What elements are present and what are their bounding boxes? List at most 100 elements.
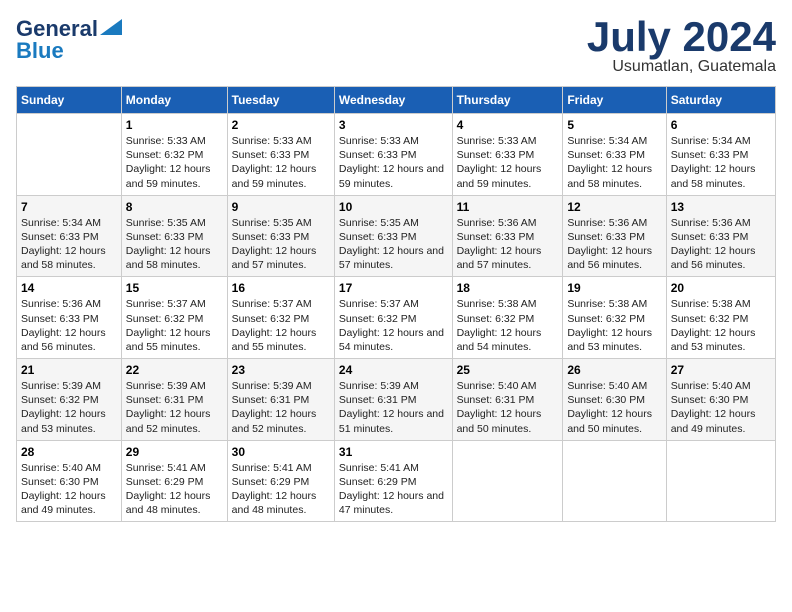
table-cell: 27 Sunrise: 5:40 AMSunset: 6:30 PMDayligh…	[666, 359, 775, 441]
day-number: 5	[567, 118, 661, 132]
day-info: Sunrise: 5:33 AMSunset: 6:32 PMDaylight:…	[126, 134, 223, 191]
header: General Blue July 2024 Usumatlan, Guatem…	[16, 16, 776, 76]
table-cell: 19 Sunrise: 5:38 AMSunset: 6:32 PMDayligh…	[563, 277, 666, 359]
table-cell: 23 Sunrise: 5:39 AMSunset: 6:31 PMDayligh…	[227, 359, 334, 441]
day-info: Sunrise: 5:34 AMSunset: 6:33 PMDaylight:…	[671, 134, 771, 191]
table-cell: 20Sunrise: 5:38 AMSunset: 6:32 PMDayligh…	[666, 277, 775, 359]
table-cell: 29Sunrise: 5:41 AMSunset: 6:29 PMDayligh…	[121, 440, 227, 522]
table-cell: 18 Sunrise: 5:38 AMSunset: 6:32 PMDayligh…	[452, 277, 563, 359]
table-cell: 28 Sunrise: 5:40 AMSunset: 6:30 PMDayligh…	[17, 440, 122, 522]
day-number: 2	[232, 118, 330, 132]
day-info: Sunrise: 5:37 AMSunset: 6:32 PMDaylight:…	[339, 297, 448, 354]
day-info: Sunrise: 5:35 AMSunset: 6:33 PMDaylight:…	[232, 216, 330, 273]
day-number: 14	[21, 281, 117, 295]
day-number: 22	[126, 363, 223, 377]
table-cell: 5 Sunrise: 5:34 AMSunset: 6:33 PMDaylight…	[563, 114, 666, 196]
day-number: 7	[21, 200, 117, 214]
logo: General Blue	[16, 16, 122, 64]
day-number: 20	[671, 281, 771, 295]
col-saturday: Saturday	[666, 87, 775, 114]
table-cell: 7 Sunrise: 5:34 AMSunset: 6:33 PMDaylight…	[17, 195, 122, 277]
table-cell: 24 Sunrise: 5:39 AMSunset: 6:31 PMDayligh…	[334, 359, 452, 441]
day-number: 19	[567, 281, 661, 295]
title-area: July 2024 Usumatlan, Guatemala	[587, 16, 776, 76]
calendar-table: Sunday Monday Tuesday Wednesday Thursday…	[16, 86, 776, 522]
table-cell: 14 Sunrise: 5:36 AMSunset: 6:33 PMDayligh…	[17, 277, 122, 359]
logo-icon	[100, 19, 122, 35]
table-cell: 6 Sunrise: 5:34 AMSunset: 6:33 PMDaylight…	[666, 114, 775, 196]
day-number: 13	[671, 200, 771, 214]
day-info: Sunrise: 5:36 AMSunset: 6:33 PMDaylight:…	[21, 297, 117, 354]
day-info: Sunrise: 5:41 AMSunset: 6:29 PMDaylight:…	[339, 461, 448, 518]
table-cell	[666, 440, 775, 522]
day-info: Sunrise: 5:39 AMSunset: 6:32 PMDaylight:…	[21, 379, 117, 436]
day-info: Sunrise: 5:33 AMSunset: 6:33 PMDaylight:…	[457, 134, 559, 191]
day-number: 28	[21, 445, 117, 459]
table-cell: 22 Sunrise: 5:39 AMSunset: 6:31 PMDayligh…	[121, 359, 227, 441]
table-cell: 9Sunrise: 5:35 AMSunset: 6:33 PMDaylight…	[227, 195, 334, 277]
day-info: Sunrise: 5:36 AMSunset: 6:33 PMDaylight:…	[567, 216, 661, 273]
day-info: Sunrise: 5:36 AMSunset: 6:33 PMDaylight:…	[671, 216, 771, 273]
table-cell: 13 Sunrise: 5:36 AMSunset: 6:33 PMDayligh…	[666, 195, 775, 277]
day-number: 21	[21, 363, 117, 377]
day-number: 18	[457, 281, 559, 295]
calendar-header-row: Sunday Monday Tuesday Wednesday Thursday…	[17, 87, 776, 114]
day-number: 6	[671, 118, 771, 132]
day-number: 10	[339, 200, 448, 214]
table-cell: 1 Sunrise: 5:33 AMSunset: 6:32 PMDaylight…	[121, 114, 227, 196]
day-number: 24	[339, 363, 448, 377]
day-info: Sunrise: 5:38 AMSunset: 6:32 PMDaylight:…	[457, 297, 559, 354]
month-year-title: July 2024	[587, 16, 776, 58]
table-cell	[452, 440, 563, 522]
table-cell: 21 Sunrise: 5:39 AMSunset: 6:32 PMDayligh…	[17, 359, 122, 441]
day-info: Sunrise: 5:34 AMSunset: 6:33 PMDaylight:…	[567, 134, 661, 191]
day-info: Sunrise: 5:40 AMSunset: 6:31 PMDaylight:…	[457, 379, 559, 436]
day-info: Sunrise: 5:33 AMSunset: 6:33 PMDaylight:…	[339, 134, 448, 191]
col-thursday: Thursday	[452, 87, 563, 114]
day-number: 4	[457, 118, 559, 132]
day-number: 23	[232, 363, 330, 377]
col-monday: Monday	[121, 87, 227, 114]
day-info: Sunrise: 5:34 AMSunset: 6:33 PMDaylight:…	[21, 216, 117, 273]
day-number: 16	[232, 281, 330, 295]
table-cell: 12 Sunrise: 5:36 AMSunset: 6:33 PMDayligh…	[563, 195, 666, 277]
day-number: 17	[339, 281, 448, 295]
calendar-week-row: 14 Sunrise: 5:36 AMSunset: 6:33 PMDayligh…	[17, 277, 776, 359]
col-sunday: Sunday	[17, 87, 122, 114]
table-cell: 4 Sunrise: 5:33 AMSunset: 6:33 PMDaylight…	[452, 114, 563, 196]
day-number: 11	[457, 200, 559, 214]
logo-subtext: Blue	[16, 38, 64, 64]
calendar-week-row: 7 Sunrise: 5:34 AMSunset: 6:33 PMDaylight…	[17, 195, 776, 277]
col-wednesday: Wednesday	[334, 87, 452, 114]
day-number: 1	[126, 118, 223, 132]
day-number: 3	[339, 118, 448, 132]
table-cell: 15Sunrise: 5:37 AMSunset: 6:32 PMDayligh…	[121, 277, 227, 359]
location-subtitle: Usumatlan, Guatemala	[587, 58, 776, 76]
day-info: Sunrise: 5:33 AMSunset: 6:33 PMDaylight:…	[232, 134, 330, 191]
table-cell: 2 Sunrise: 5:33 AMSunset: 6:33 PMDaylight…	[227, 114, 334, 196]
day-number: 31	[339, 445, 448, 459]
day-number: 15	[126, 281, 223, 295]
day-info: Sunrise: 5:38 AMSunset: 6:32 PMDaylight:…	[567, 297, 661, 354]
table-cell: 8Sunrise: 5:35 AMSunset: 6:33 PMDaylight…	[121, 195, 227, 277]
day-number: 27	[671, 363, 771, 377]
table-cell: 3 Sunrise: 5:33 AMSunset: 6:33 PMDaylight…	[334, 114, 452, 196]
day-info: Sunrise: 5:39 AMSunset: 6:31 PMDaylight:…	[126, 379, 223, 436]
day-info: Sunrise: 5:35 AMSunset: 6:33 PMDaylight:…	[339, 216, 448, 273]
day-info: Sunrise: 5:40 AMSunset: 6:30 PMDaylight:…	[671, 379, 771, 436]
day-number: 12	[567, 200, 661, 214]
day-info: Sunrise: 5:37 AMSunset: 6:32 PMDaylight:…	[232, 297, 330, 354]
day-info: Sunrise: 5:40 AMSunset: 6:30 PMDaylight:…	[567, 379, 661, 436]
table-cell: 31 Sunrise: 5:41 AMSunset: 6:29 PMDayligh…	[334, 440, 452, 522]
day-info: Sunrise: 5:41 AMSunset: 6:29 PMDaylight:…	[126, 461, 223, 518]
day-info: Sunrise: 5:39 AMSunset: 6:31 PMDaylight:…	[339, 379, 448, 436]
calendar-week-row: 28 Sunrise: 5:40 AMSunset: 6:30 PMDayligh…	[17, 440, 776, 522]
day-info: Sunrise: 5:39 AMSunset: 6:31 PMDaylight:…	[232, 379, 330, 436]
table-cell: 11Sunrise: 5:36 AMSunset: 6:33 PMDayligh…	[452, 195, 563, 277]
day-number: 30	[232, 445, 330, 459]
day-info: Sunrise: 5:40 AMSunset: 6:30 PMDaylight:…	[21, 461, 117, 518]
day-number: 8	[126, 200, 223, 214]
day-info: Sunrise: 5:41 AMSunset: 6:29 PMDaylight:…	[232, 461, 330, 518]
col-tuesday: Tuesday	[227, 87, 334, 114]
day-number: 26	[567, 363, 661, 377]
